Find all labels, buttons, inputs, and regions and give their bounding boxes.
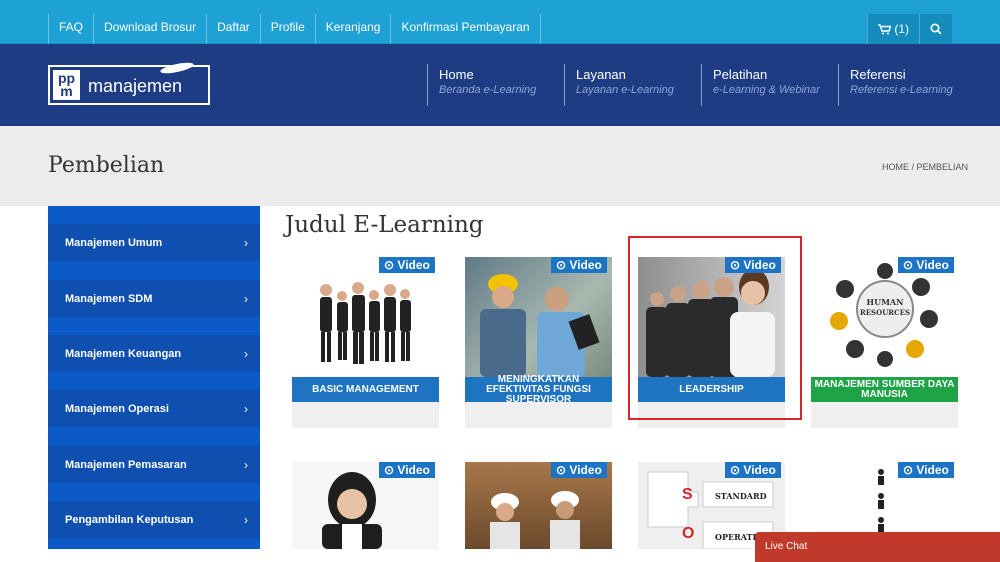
course-image [292,257,439,377]
sidebar-item-manajemen-pemasaran[interactable]: Manajemen Pemasaran › [48,446,260,483]
nav-home-subtitle: Beranda e-Learning [439,84,537,96]
logo-word: manajemen [88,76,183,96]
selection-highlight [628,236,802,420]
supervisor-illustration [480,274,600,377]
content-heading: Judul E-Learning [285,212,484,238]
business-team-illustration [320,282,411,364]
puzzle-letter-o: O [682,525,695,542]
nav-referensi[interactable]: Referensi Referensi e-Learning [838,64,975,106]
svg-text:RESOURCES: RESOURCES [860,308,910,317]
play-circle-icon: ⊙ [730,463,741,477]
faq-link[interactable]: FAQ [48,14,95,44]
sidebar-item-manajemen-keuangan[interactable]: Manajemen Keuangan › [48,335,260,372]
video-badge[interactable]: ⊙ Video [379,257,435,273]
course-card-footer [811,402,958,428]
play-circle-icon: ⊙ [384,463,395,477]
video-badge-label: Video [916,258,949,272]
course-title-bar: MANAJEMEN SUMBER DAYA MANUSIA [811,377,958,402]
video-badge[interactable]: ⊙ Video [898,257,954,273]
nav-pelatihan-subtitle: e-Learning & Webinar [713,84,820,96]
course-card-footer [292,402,439,428]
nav-referensi-title: Referensi [850,67,906,82]
play-circle-icon: ⊙ [903,258,914,272]
logo-mark: pp m [53,70,80,100]
course-image [465,257,612,377]
sidebar-item-manajemen-sdm[interactable]: Manajemen SDM › [48,280,260,317]
nav-pelatihan-title: Pelatihan [713,67,768,82]
play-circle-icon: ⊙ [384,258,395,272]
sidebar-item-label: Manajemen SDM [65,293,153,305]
page-title: Pembelian [48,153,165,178]
site-header: pp m manajemen Home Beranda e-Learning La… [0,44,1000,126]
ppm-logo[interactable]: pp m manajemen [48,60,210,105]
chevron-right-icon: › [244,513,248,527]
konfirmasi-pembayaran-link[interactable]: Konfirmasi Pembayaran [391,14,541,44]
human-resources-illustration: HUMAN RESOURCES [830,263,938,367]
sidebar-item-manajemen-umum[interactable]: Manajemen Umum › [48,224,260,261]
top-links: FAQ Download Brosur Daftar Profile Keran… [48,14,541,44]
keranjang-link[interactable]: Keranjang [316,14,392,44]
play-circle-icon: ⊙ [556,463,567,477]
video-badge-label: Video [397,258,430,272]
main-nav: Home Beranda e-Learning Layanan Layanan … [427,64,975,106]
sidebar-item-label: Manajemen Operasi [65,403,169,415]
video-badge-label: Video [569,463,602,477]
video-badge-label: Video [397,463,430,477]
cart-icon [878,23,892,34]
video-badge-label: Video [916,463,949,477]
logo-swoosh [159,60,195,76]
course-card-footer [465,402,612,428]
course-image: HUMAN RESOURCES [811,257,958,377]
video-badge-label: Video [743,463,776,477]
daftar-link[interactable]: Daftar [207,14,261,44]
chevron-right-icon: › [244,347,248,361]
chevron-right-icon: › [244,458,248,472]
profile-link[interactable]: Profile [261,14,316,44]
nav-referensi-subtitle: Referensi e-Learning [850,84,953,96]
breadcrumb[interactable]: HOME / PEMBELIAN [882,162,968,172]
course-title-bar: MENINGKATKAN EFEKTIVITAS FUNGSI SUPERVIS… [465,374,612,404]
video-badge[interactable]: ⊙ Video [379,462,435,478]
sidebar-item-manajemen-operasi[interactable]: Manajemen Operasi › [48,390,260,427]
chevron-right-icon: › [244,402,248,416]
play-circle-icon: ⊙ [556,258,567,272]
cart-count: (1) [894,22,909,36]
course-card-sdm[interactable]: HUMAN RESOURCES MANAJEMEN SUMBER DAYA MA… [811,257,958,428]
sidebar-item-label: Pengambilan Keputusan [65,514,194,526]
category-sidebar: Manajemen Umum › Manajemen SDM › Manajem… [48,206,260,549]
svg-text:HUMAN: HUMAN [867,297,904,307]
chevron-right-icon: › [244,236,248,250]
course-card-basic-management[interactable]: BASIC MANAGEMENT [292,257,439,428]
puzzle-letter-s: S [682,486,693,503]
course-card-supervisor[interactable]: MENINGKATKAN EFEKTIVITAS FUNGSI SUPERVIS… [465,257,612,428]
puzzle-word-standard: STANDARD [715,491,767,501]
video-badge[interactable]: ⊙ Video [898,462,954,478]
live-chat-tab[interactable]: Live Chat [755,532,1000,562]
nav-layanan-subtitle: Layanan e-Learning [576,84,674,96]
cart-button[interactable]: (1) [867,14,919,44]
video-badge-label: Video [569,258,602,272]
chevron-right-icon: › [244,292,248,306]
video-badge[interactable]: ⊙ Video [551,257,607,273]
top-right-buttons: (1) [867,14,952,44]
download-brosur-link[interactable]: Download Brosur [94,14,208,44]
nav-home-title: Home [439,67,474,82]
play-circle-icon: ⊙ [903,463,914,477]
video-badge[interactable]: ⊙ Video [725,462,781,478]
sidebar-item-label: Manajemen Umum [65,237,163,249]
nav-layanan-title: Layanan [576,67,626,82]
sidebar-item-pengambilan-keputusan[interactable]: Pengambilan Keputusan › [48,501,260,538]
sidebar-item-label: Manajemen Keuangan [65,348,182,360]
nav-home[interactable]: Home Beranda e-Learning [427,64,564,106]
nav-pelatihan[interactable]: Pelatihan e-Learning & Webinar [701,64,838,106]
sidebar-item-label: Manajemen Pemasaran [65,459,187,471]
live-chat-label: Live Chat [765,541,808,552]
page-title-band: Pembelian HOME / PEMBELIAN [0,126,1000,206]
search-button[interactable] [919,14,952,44]
top-bar: FAQ Download Brosur Daftar Profile Keran… [0,0,1000,44]
nav-layanan[interactable]: Layanan Layanan e-Learning [564,64,701,106]
search-icon [930,23,942,35]
video-badge[interactable]: ⊙ Video [551,462,607,478]
course-title-bar: BASIC MANAGEMENT [292,377,439,402]
